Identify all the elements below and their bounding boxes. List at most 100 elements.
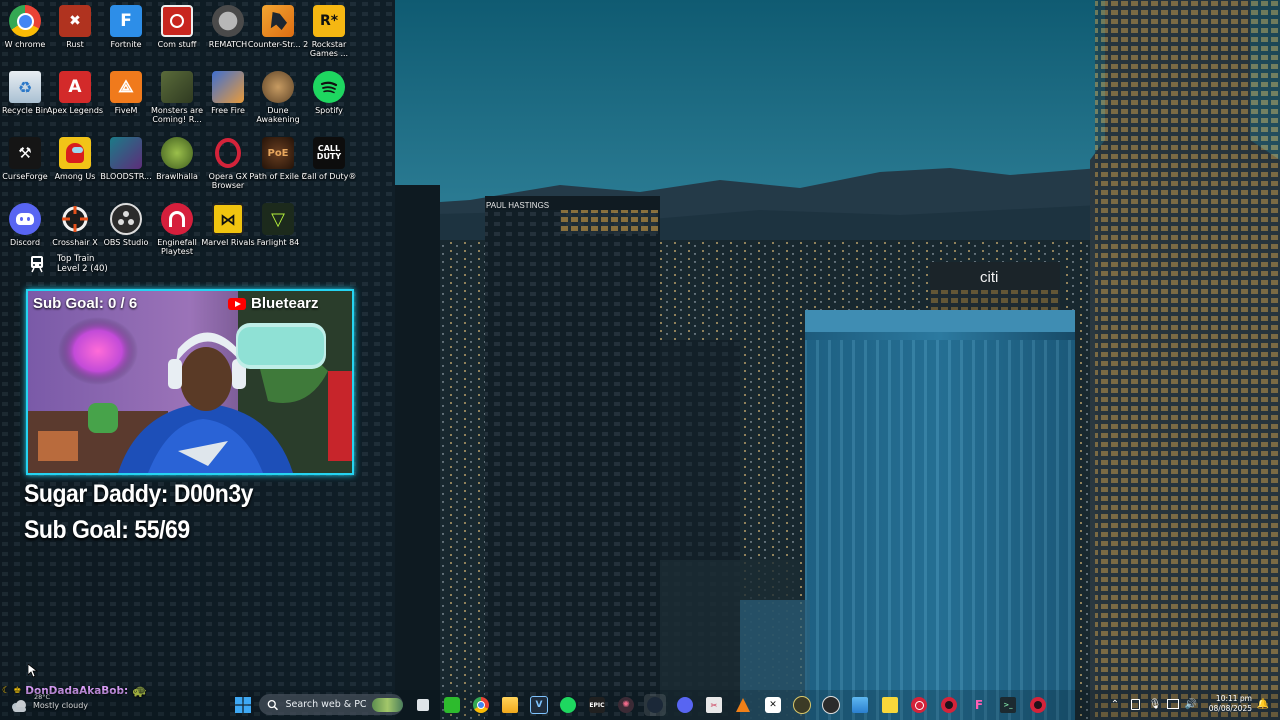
taskbar-photos[interactable] xyxy=(849,694,871,716)
channel-name: Bluetearz xyxy=(251,295,319,312)
taskbar-app[interactable] xyxy=(791,694,813,716)
vlc-icon xyxy=(735,697,751,713)
speaker-icon: 🔊 xyxy=(1184,698,1198,710)
webcam-overlay xyxy=(26,289,354,475)
taskbar-capcut[interactable]: ✕ xyxy=(762,694,784,716)
brawlhalla-icon xyxy=(161,137,193,169)
opera-gx-icon xyxy=(941,697,957,713)
sugar-daddy-label: Sugar Daddy: D00n3y xyxy=(24,480,254,508)
chevron-up-icon: ⌃ xyxy=(1110,698,1120,710)
taskbar-opera-gx[interactable] xyxy=(938,694,960,716)
capcut-icon: ✕ xyxy=(765,697,781,713)
discord-icon xyxy=(677,697,693,713)
start-button[interactable] xyxy=(232,694,254,716)
taskbar-chrome[interactable] xyxy=(470,694,492,716)
tray-network-button[interactable] xyxy=(1166,697,1180,711)
taskbar-xbox[interactable] xyxy=(441,694,463,716)
marvel-rivals-icon: ⋈ xyxy=(212,203,244,235)
enginefall-icon xyxy=(161,203,193,235)
taskbar-snipping-tool[interactable]: ✂ xyxy=(703,694,725,716)
taskbar-visual-studio[interactable]: V xyxy=(528,694,550,716)
chrome-icon xyxy=(473,697,489,713)
call-of-duty-icon: CALL DUTY xyxy=(313,137,345,169)
taskbar-vlc[interactable] xyxy=(732,694,754,716)
opera-gx-icon xyxy=(212,137,244,169)
taskbar-sticky-notes[interactable] xyxy=(879,694,901,716)
fivem-icon: ⟁ xyxy=(110,71,142,103)
clock-time: 10:11 pm xyxy=(1215,694,1252,703)
power-app-icon xyxy=(911,697,927,713)
desktop-icon-call-of-duty[interactable]: CALL DUTY Call of Duty® xyxy=(299,137,359,201)
rockstar-icon: R* xyxy=(313,5,345,37)
obs-icon xyxy=(822,696,840,714)
spotify-icon xyxy=(560,697,576,713)
webcam-feed xyxy=(28,291,352,473)
free-fire-icon xyxy=(212,71,244,103)
tray-volume-button[interactable]: 🔊 xyxy=(1184,697,1198,711)
taskbar-power-app[interactable] xyxy=(908,694,930,716)
file-explorer-icon xyxy=(502,697,518,713)
figma-icon: F xyxy=(974,698,984,712)
citi-sign: citi xyxy=(980,269,998,286)
counter-strike-icon xyxy=(262,5,294,37)
taskbar-epic-games[interactable]: EPIC xyxy=(586,694,608,716)
taskbar-task-view[interactable] xyxy=(412,694,434,716)
bloodstrike-icon xyxy=(110,137,142,169)
taskbar-discord[interactable] xyxy=(674,694,696,716)
curseforge-icon: ⚒ xyxy=(9,137,41,169)
taskbar-figma[interactable]: F xyxy=(968,694,990,716)
taskbar-spotify[interactable] xyxy=(557,694,579,716)
desktop-icon-rockstar[interactable]: R* Rockstar Games ... xyxy=(299,5,359,69)
icon-label: Rockstar Games ... xyxy=(309,40,349,58)
icon-label: Call of Duty® xyxy=(301,172,357,181)
taskbar-obs[interactable] xyxy=(820,694,842,716)
taskbar-clock[interactable]: 10:11 pm 08/08/2025 xyxy=(1206,694,1252,714)
tray-mic-button[interactable]: 🎙 xyxy=(1148,697,1162,711)
sub-goal-label: Sub Goal: 55/69 xyxy=(24,516,190,544)
search-icon xyxy=(267,699,279,710)
paul-hastings-sign: PAUL HASTINGS xyxy=(486,201,549,210)
snipping-tool-icon: ✂ xyxy=(706,697,722,713)
steam-icon xyxy=(647,697,663,713)
taskbar-rockstar[interactable]: ✺ xyxy=(615,694,637,716)
desktop-icon-spotify[interactable]: Spotify xyxy=(299,71,359,135)
rust-icon: ✖ xyxy=(59,5,91,37)
taskbar xyxy=(0,690,1280,720)
tray-app-button[interactable] xyxy=(1128,697,1142,711)
chrome-icon xyxy=(9,5,41,37)
clock-date: 08/08/2025 xyxy=(1208,704,1252,713)
xbox-icon xyxy=(444,697,460,713)
dune-icon xyxy=(262,71,294,103)
among-us-icon xyxy=(59,137,91,169)
fortnite-icon: F xyxy=(110,5,142,37)
obs-icon xyxy=(110,203,142,235)
taskbar-steam[interactable] xyxy=(644,694,666,716)
visual-studio-icon: V xyxy=(530,696,548,714)
taskbar-opera-gx-2[interactable] xyxy=(1027,694,1049,716)
tray-overflow-button[interactable]: ⌃ xyxy=(1108,697,1122,711)
youtube-icon xyxy=(228,297,246,310)
mouse-cursor-icon xyxy=(27,663,39,683)
rockstar-icon: ✺ xyxy=(618,697,634,713)
terminal-icon: >_ xyxy=(1000,697,1016,713)
apex-icon: A xyxy=(59,71,91,103)
tablet-icon xyxy=(1130,698,1140,710)
notifications-button[interactable]: 🔔 xyxy=(1256,697,1270,711)
network-icon xyxy=(1167,699,1179,709)
recycle-bin-icon: ♻ xyxy=(9,71,41,103)
farlight-icon: ▽ xyxy=(262,203,294,235)
icon-label: Farlight 84 xyxy=(256,238,300,247)
app-icon xyxy=(793,696,811,714)
sticky-notes-icon xyxy=(882,697,898,713)
desktop-icon-farlight[interactable]: ▽ Farlight 84 xyxy=(248,203,308,267)
opera-gx-icon xyxy=(1030,697,1046,713)
taskbar-search[interactable] xyxy=(259,694,403,715)
taskbar-terminal[interactable]: >_ xyxy=(997,694,1019,716)
crosshair-icon xyxy=(59,203,91,235)
power-app-icon xyxy=(161,5,193,37)
search-input[interactable] xyxy=(285,699,371,710)
bell-icon: 🔔 xyxy=(1256,698,1270,710)
taskbar-file-explorer[interactable] xyxy=(499,694,521,716)
path-of-exile-icon: PoE xyxy=(262,137,294,169)
top-train-level: Level 2 (40) xyxy=(57,264,108,274)
